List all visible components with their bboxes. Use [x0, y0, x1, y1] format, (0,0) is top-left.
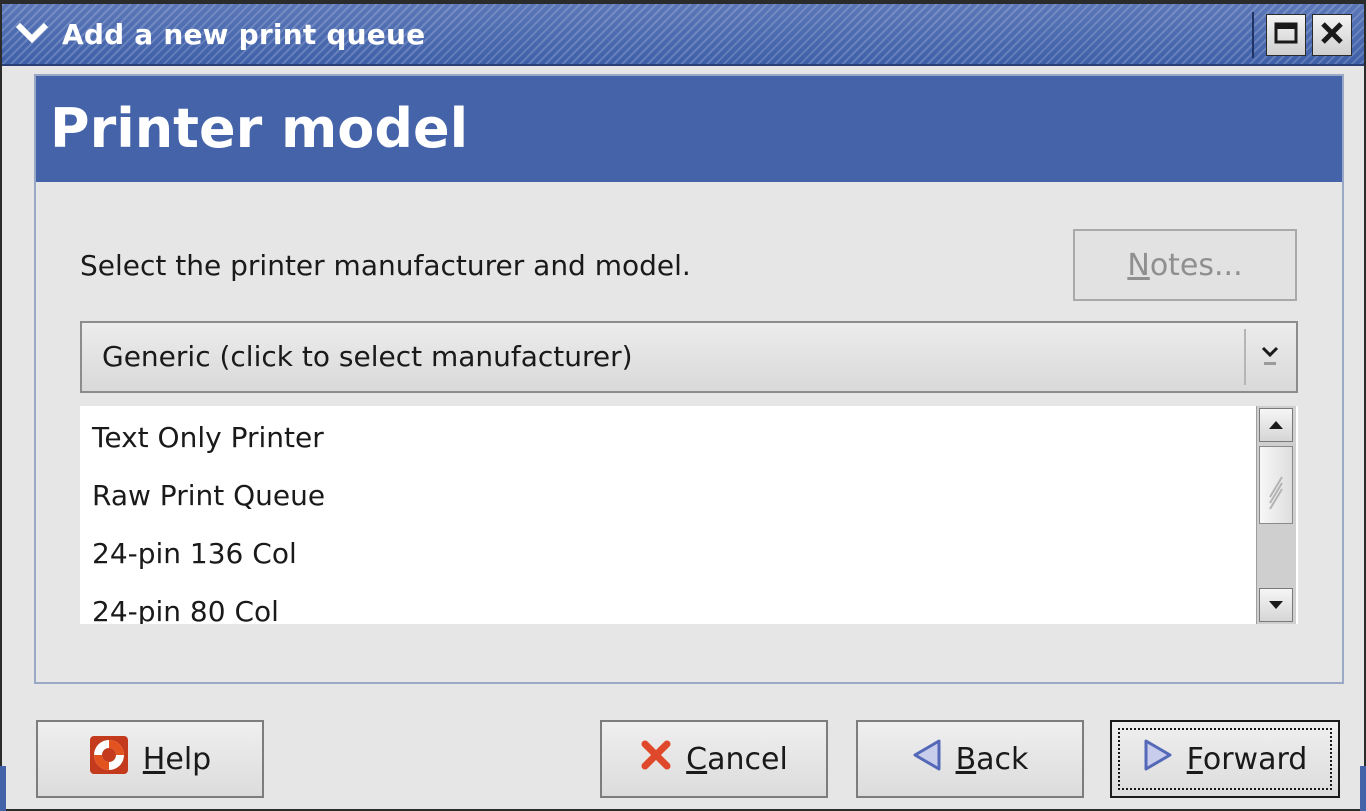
instruction-text: Select the printer manufacturer and mode…: [80, 249, 691, 282]
list-item[interactable]: 24-pin 136 Col: [92, 528, 1252, 580]
close-icon: [1320, 21, 1344, 49]
select-separator: [1244, 329, 1246, 385]
help-button[interactable]: Help: [36, 720, 264, 798]
back-button[interactable]: Back: [856, 720, 1084, 798]
close-button[interactable]: [1312, 14, 1352, 56]
window-frame-edge: [1360, 766, 1366, 811]
scroll-up-button[interactable]: [1259, 408, 1293, 442]
notes-label: Notes...: [1127, 247, 1243, 283]
model-list[interactable]: Text Only Printer Raw Print Queue 24-pin…: [80, 406, 1298, 624]
manufacturer-select[interactable]: Generic (click to select manufacturer): [80, 321, 1298, 393]
x-icon: [640, 739, 672, 779]
forward-button[interactable]: Forward: [1110, 720, 1340, 798]
list-item[interactable]: Text Only Printer: [92, 412, 1252, 464]
maximize-icon: [1274, 22, 1298, 48]
window-title: Add a new print queue: [62, 18, 426, 51]
dialog-window: Add a new print queue Printer model Sele…: [0, 0, 1366, 811]
triangle-left-icon: [912, 738, 942, 780]
titlebar-separator: [1252, 12, 1254, 58]
chevron-down-icon: [15, 21, 49, 49]
chevron-down-icon[interactable]: [1250, 333, 1290, 381]
help-label: Help: [142, 741, 212, 777]
list-item[interactable]: 24-pin 80 Col: [92, 586, 1252, 624]
lifebuoy-icon: [89, 735, 129, 783]
page-title: Printer model: [50, 97, 469, 160]
maximize-button[interactable]: [1266, 14, 1306, 56]
triangle-down-icon: [1268, 596, 1284, 615]
manufacturer-select-value: Generic (click to select manufacturer): [102, 340, 633, 373]
cancel-label: Cancel: [686, 741, 788, 777]
notes-button[interactable]: Notes...: [1073, 229, 1297, 301]
page-header: Printer model: [36, 76, 1342, 182]
back-label: Back: [955, 741, 1029, 777]
content-panel: Printer model Select the printer manufac…: [34, 74, 1344, 684]
triangle-up-icon: [1268, 416, 1284, 435]
window-menu-button[interactable]: [8, 18, 56, 52]
triangle-right-icon: [1143, 738, 1173, 780]
scroll-thumb[interactable]: [1259, 446, 1293, 524]
list-item[interactable]: Raw Print Queue: [92, 470, 1252, 522]
cancel-button[interactable]: Cancel: [600, 720, 828, 798]
model-list-scrollbar[interactable]: [1256, 406, 1296, 624]
scroll-down-button[interactable]: [1259, 588, 1293, 622]
window-frame-edge: [0, 766, 6, 811]
forward-label: Forward: [1186, 741, 1308, 777]
title-bar[interactable]: Add a new print queue: [2, 4, 1364, 66]
